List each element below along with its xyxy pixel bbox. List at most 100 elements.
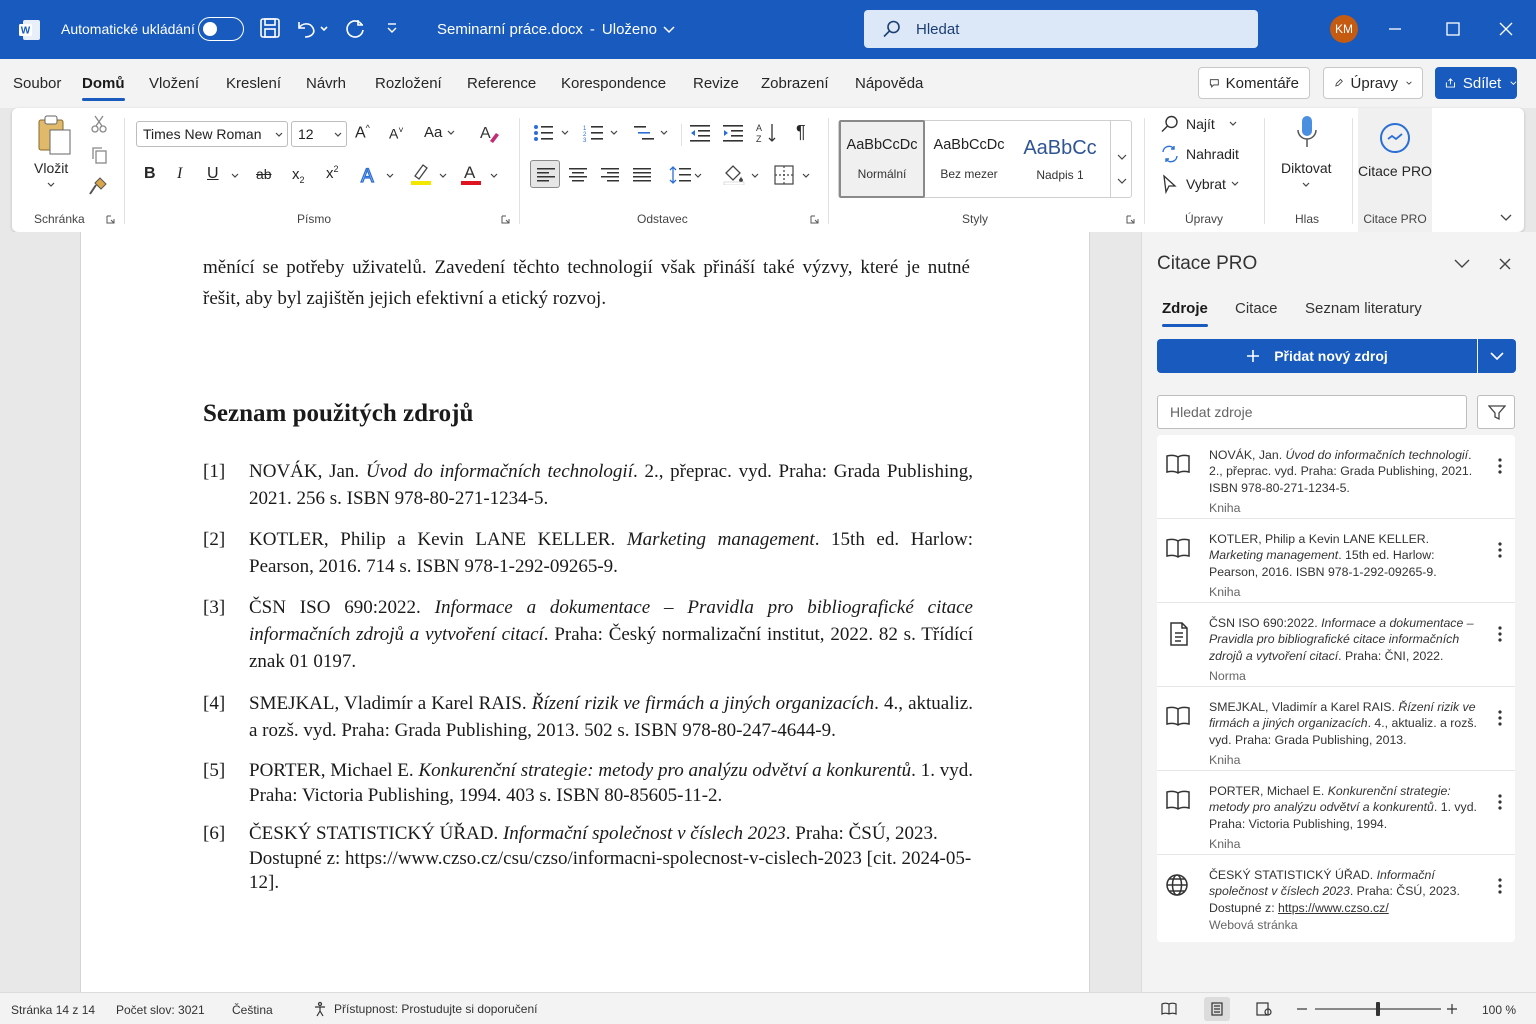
justify-icon[interactable] xyxy=(633,167,651,183)
web-layout-icon[interactable] xyxy=(1256,1002,1272,1016)
styles-scroll[interactable] xyxy=(1110,120,1132,198)
decrease-indent-icon[interactable] xyxy=(690,124,710,142)
grow-font-button[interactable]: A^ xyxy=(355,123,370,142)
reference-item[interactable]: [4] SMEJKAL, Vladimír a Karel RAIS. Říze… xyxy=(203,690,973,744)
format-painter-icon[interactable] xyxy=(88,176,108,196)
text-effects-icon[interactable]: A xyxy=(359,164,381,186)
chevron-down-icon[interactable] xyxy=(1454,259,1470,269)
dialog-launcher-icon[interactable] xyxy=(1126,215,1135,224)
dictate-label[interactable]: Diktovat xyxy=(1281,160,1332,176)
tab-navrh[interactable]: Návrh xyxy=(306,75,346,92)
select-button[interactable]: Vybrat xyxy=(1160,174,1239,194)
subscript-button[interactable]: x2 xyxy=(292,166,305,185)
share-button[interactable]: Sdílet xyxy=(1435,67,1517,99)
numbering-icon[interactable]: 123 xyxy=(583,124,603,142)
tab-kresleni[interactable]: Kreslení xyxy=(226,75,281,92)
tab-reference[interactable]: Reference xyxy=(467,75,536,92)
filter-button[interactable] xyxy=(1477,395,1515,429)
document-area[interactable]: měnící se potřeby uživatelů. Zavedení tě… xyxy=(0,232,1141,992)
chevron-down-icon[interactable] xyxy=(694,173,702,179)
bold-button[interactable]: B xyxy=(144,165,156,183)
chevron-down-icon[interactable] xyxy=(610,130,618,136)
add-source-menu-button[interactable] xyxy=(1478,339,1516,373)
chevron-down-icon[interactable] xyxy=(439,173,447,179)
reference-item[interactable]: [3] ČSN ISO 690:2022. Informace a dokume… xyxy=(203,594,973,675)
citace-pro-button[interactable]: Citace PRO Citace PRO xyxy=(1358,108,1432,232)
chevron-down-icon[interactable] xyxy=(490,173,498,179)
sort-icon[interactable]: AZ xyxy=(756,122,778,144)
undo-icon[interactable] xyxy=(295,18,329,40)
paste-button[interactable] xyxy=(36,114,72,156)
chevron-down-icon[interactable] xyxy=(231,173,239,179)
tab-revize[interactable]: Revize xyxy=(693,75,739,92)
font-color-icon[interactable]: A xyxy=(460,162,482,186)
clear-formatting-icon[interactable]: A xyxy=(478,122,500,144)
tab-zdroje[interactable]: Zdroje xyxy=(1162,300,1208,327)
word-icon[interactable]: W xyxy=(18,18,42,42)
style-normal[interactable]: AaBbCcDc Normální xyxy=(839,120,925,198)
collapse-ribbon-icon[interactable] xyxy=(1500,214,1512,222)
print-layout-button[interactable] xyxy=(1204,997,1230,1021)
align-center-icon[interactable] xyxy=(569,167,587,183)
comments-button[interactable]: Komentáře xyxy=(1198,67,1310,99)
close-icon[interactable] xyxy=(1499,22,1513,36)
style-heading-1[interactable]: AaBbCc Nadpis 1 xyxy=(1016,120,1104,198)
intro-paragraph[interactable]: měnící se potřeby uživatelů. Zavedení tě… xyxy=(203,252,970,314)
source-link[interactable]: https://www.czso.cz/ xyxy=(1278,901,1389,915)
line-spacing-icon[interactable] xyxy=(669,165,691,185)
word-count[interactable]: Počet slov: 3021 xyxy=(116,1003,205,1017)
editing-mode-button[interactable]: Úpravy xyxy=(1323,67,1423,99)
tab-domu[interactable]: Domů xyxy=(82,75,125,101)
reference-item[interactable]: [1] NOVÁK, Jan. Úvod do informačních tec… xyxy=(203,458,973,512)
more-options-icon[interactable] xyxy=(1491,457,1509,475)
source-search-input[interactable]: Hledat zdroje xyxy=(1157,395,1467,429)
microphone-icon[interactable] xyxy=(1296,114,1318,150)
tab-rozlozeni[interactable]: Rozložení xyxy=(375,75,442,92)
show-formatting-button[interactable]: ¶ xyxy=(796,122,806,143)
dialog-launcher-icon[interactable] xyxy=(810,215,819,224)
more-options-icon[interactable] xyxy=(1491,793,1509,811)
source-card[interactable]: NOVÁK, Jan. Úvod do informačních technol… xyxy=(1157,435,1515,519)
chevron-down-icon[interactable] xyxy=(47,182,55,188)
tab-soubor[interactable]: Soubor xyxy=(13,75,61,92)
font-name-dropdown[interactable]: Times New Roman xyxy=(136,121,288,147)
zoom-slider[interactable] xyxy=(1315,1002,1441,1016)
dialog-launcher-icon[interactable] xyxy=(501,215,510,224)
chevron-down-icon[interactable] xyxy=(561,130,569,136)
style-no-spacing[interactable]: AaBbCcDc Bez mezer xyxy=(926,120,1012,198)
chevron-down-icon[interactable] xyxy=(1302,182,1310,188)
add-source-button[interactable]: Přidat nový zdroj xyxy=(1157,339,1477,373)
find-button[interactable]: Najít xyxy=(1160,114,1237,134)
zoom-slider-thumb[interactable] xyxy=(1376,1002,1380,1016)
customize-toolbar-icon[interactable] xyxy=(385,22,399,34)
close-icon[interactable] xyxy=(1499,258,1511,270)
page-count[interactable]: Stránka 14 z 14 xyxy=(11,1003,95,1017)
read-mode-icon[interactable] xyxy=(1161,1002,1177,1016)
more-options-icon[interactable] xyxy=(1491,541,1509,559)
accessibility-status[interactable]: Přístupnost: Prostudujte si doporučení xyxy=(312,1001,537,1017)
align-right-icon[interactable] xyxy=(601,167,619,183)
zoom-level[interactable]: 100 % xyxy=(1482,1003,1516,1017)
tab-vlozeni[interactable]: Vložení xyxy=(149,75,199,92)
shrink-font-button[interactable]: A˅ xyxy=(389,125,404,142)
tab-citace[interactable]: Citace xyxy=(1235,300,1278,317)
redo-icon[interactable] xyxy=(343,17,365,39)
autosave-toggle[interactable] xyxy=(198,17,244,41)
language[interactable]: Čeština xyxy=(232,1003,273,1017)
tab-seznam-literatury[interactable]: Seznam literatury xyxy=(1305,300,1422,317)
zoom-out-icon[interactable] xyxy=(1297,1008,1307,1010)
zoom-in-icon[interactable] xyxy=(1447,1004,1457,1014)
more-options-icon[interactable] xyxy=(1491,877,1509,895)
minimize-icon[interactable] xyxy=(1388,22,1402,36)
search-box[interactable]: Hledat xyxy=(864,10,1258,48)
increase-indent-icon[interactable] xyxy=(723,124,743,142)
source-card[interactable]: ČESKÝ STATISTICKÝ ÚŘAD. Informační spole… xyxy=(1157,855,1515,939)
more-options-icon[interactable] xyxy=(1491,625,1509,643)
more-options-icon[interactable] xyxy=(1491,709,1509,727)
strikethrough-button[interactable]: ab xyxy=(256,166,272,182)
reference-item[interactable]: [6] ČESKÝ STATISTICKÝ ÚŘAD. Informační s… xyxy=(203,822,973,896)
multilevel-list-icon[interactable] xyxy=(634,124,654,142)
superscript-button[interactable]: x2 xyxy=(326,164,339,182)
dialog-launcher-icon[interactable] xyxy=(106,215,115,224)
shading-icon[interactable] xyxy=(723,163,745,185)
